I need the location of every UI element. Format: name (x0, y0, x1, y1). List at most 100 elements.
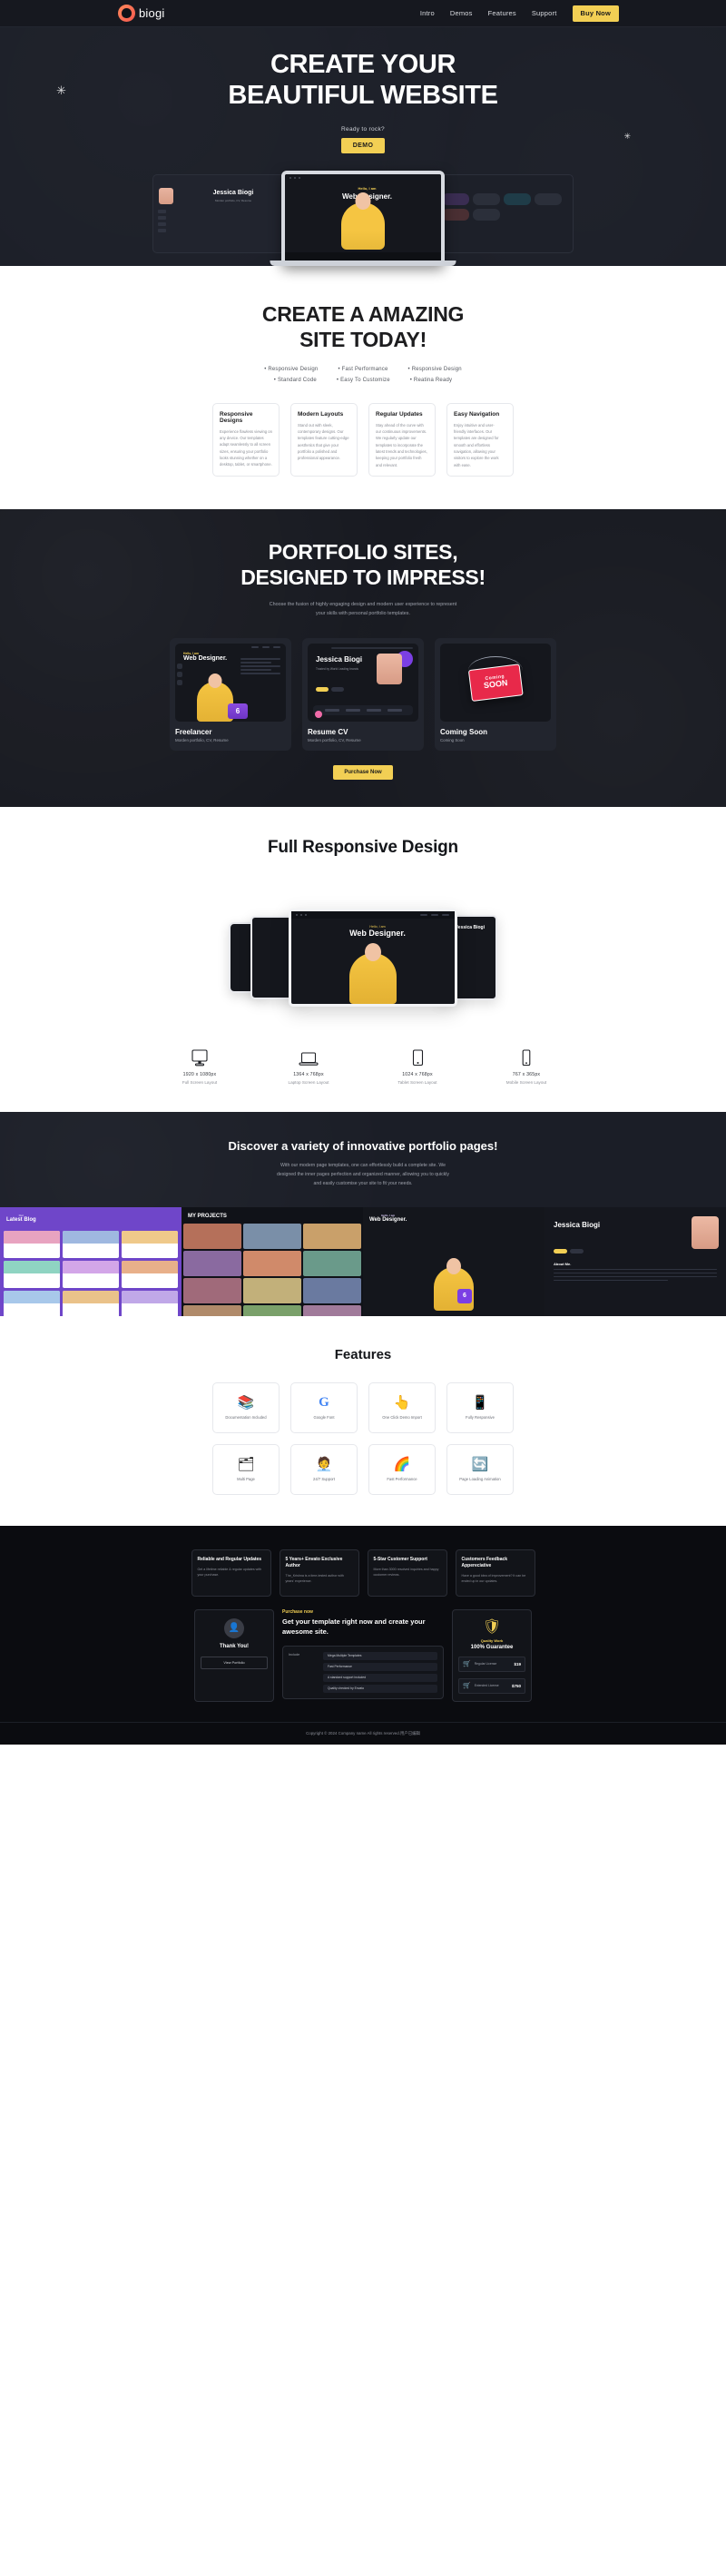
features-title: Features (334, 1346, 392, 1362)
feature-card-responsive-designs: Responsive Designs Experience flawless v… (212, 402, 280, 477)
mobile-icon (472, 1047, 581, 1067)
card-title: Regular Updates (376, 410, 423, 418)
footer-benefit-cards: Reliable and Regular Updates Get a lifet… (0, 1549, 726, 1597)
hero-right-tabs (437, 175, 573, 221)
logo-icon (118, 5, 135, 22)
pitch-kicker: Purchase now (282, 1608, 313, 1615)
discover-panel-profile[interactable]: Jessica Biogi About Me. (544, 1206, 726, 1316)
include-tag: Fast Performance (323, 1662, 437, 1671)
coming-soon-sign: Coming SOON (467, 664, 524, 702)
responsive-section: Full Responsive Design Hello, I am Web D… (0, 807, 726, 1113)
portfolio-card-subtitle: Morden portfolio, CV, Resume (308, 738, 361, 743)
buy-now-button[interactable]: Buy Now (572, 5, 619, 22)
thank-you-text: Thank You! (219, 1643, 250, 1649)
logo[interactable]: biogi (118, 5, 164, 22)
feature-card-regular-updates: Regular Updates Stay ahead of the curve … (368, 402, 436, 477)
discover-panels: Our Latest Blog MY PROJECTS Hello, I am … (0, 1206, 726, 1316)
feature-item-multi-page[interactable]: 🗂 Multi Page (212, 1443, 280, 1495)
license-row-extended[interactable]: 🛒 Extended License $750 (458, 1677, 525, 1694)
google-font-icon: G (319, 1394, 329, 1410)
hero-device-right[interactable] (436, 174, 574, 254)
laptop-base (270, 261, 456, 267)
feature-item-loading-animation[interactable]: 🔄 Page Loading Animation (446, 1443, 514, 1495)
card-body: Experience flawless viewing on any devic… (220, 428, 272, 467)
feature-item-support[interactable]: 🧑‍💼 24/7 Support (290, 1443, 358, 1495)
guarantee-card: 🛡 Quality Work 100% Guarantee 🛒 Regular … (452, 1608, 532, 1702)
main-nav: Intro Demos Features Support Buy Now (420, 5, 619, 22)
view-portfolio-button[interactable]: View Portfolio (201, 1656, 268, 1669)
portfolio-card-resume-cv[interactable]: Jessica Biogi Trusted by World Leading b… (302, 638, 424, 752)
feature-item-responsive[interactable]: 📱 Fully Responsive (446, 1381, 514, 1433)
hero-device-left[interactable]: Jessica Biogi Morden portfolio, CV, Resu… (152, 174, 290, 254)
page-root: biogi Intro Demos Features Support Buy N… (0, 0, 726, 1745)
sparkle-icon-right: ✳ (623, 132, 631, 141)
bullet-responsive-design-1: Responsive Design (264, 367, 318, 372)
discover-panel-blog[interactable]: Our Latest Blog (0, 1206, 182, 1316)
logo-text: biogi (139, 6, 165, 20)
discover-panel-designer[interactable]: Hello, I am Web Designer. 6 (363, 1206, 544, 1316)
feature-item-demo-import[interactable]: 👆 One Click Demo Import (368, 1381, 436, 1433)
device-spec-row: 1920 x 1080px Full Screen Layout 1364 x … (0, 1047, 726, 1085)
loading-animation-icon: 🔄 (471, 1456, 489, 1472)
license-row-regular[interactable]: 🛒 Regular License $19 (458, 1656, 525, 1672)
footer-pitch-row: 👤 Thank You! View Portfolio Purchase now… (0, 1608, 726, 1702)
nav-item-demos[interactable]: Demos (450, 9, 473, 17)
hero-device-center[interactable]: Hello, I am Web Designer. (281, 171, 445, 267)
panel-title: Our Latest Blog (6, 1213, 36, 1223)
quality-label: Quality Work (480, 1637, 504, 1643)
portfolio-thumb-coming-soon: Coming SOON (440, 644, 551, 723)
nav-item-intro[interactable]: Intro (420, 9, 435, 17)
feature-card-modern-layouts: Modern Layouts Stand out with sleek, con… (290, 402, 358, 477)
portfolio-card-subtitle: Coming Soon (440, 738, 465, 743)
pitch-include-box: Include Mega Multiple Templates Fast Per… (282, 1645, 444, 1699)
hero-center-kicker: Hello, I am (358, 186, 377, 192)
discover-panel-projects[interactable]: MY PROJECTS (182, 1206, 363, 1316)
portfolio-card-freelancer[interactable]: Hello, I am Web Designer. 6 Freelancer M… (170, 638, 291, 752)
portfolio-card-title: Resume CV (308, 728, 348, 737)
card-body: Stand out with sleek, contemporary desig… (298, 422, 349, 461)
portfolio-card-coming-soon[interactable]: Coming SOON Coming Soon Coming Soon (435, 638, 556, 752)
discover-subtitle: With our modern page templates, one can … (276, 1163, 450, 1186)
device-spec-laptop: 1364 x 768px Laptop Screen Layout (254, 1047, 363, 1085)
nav-item-features[interactable]: Features (488, 9, 516, 17)
bullet-easy-customize: Easy To Customize (337, 378, 390, 383)
browser-chrome (285, 174, 441, 182)
discover-title: Discover a variety of innovative portfol… (228, 1139, 498, 1154)
shield-icon: 🛡 (482, 1618, 502, 1635)
portfolio-section: PORTFOLIO SITES, DESIGNED TO IMPRESS! Ch… (0, 509, 726, 807)
hero-left-sidebar (158, 210, 166, 233)
include-tags: Mega Multiple Templates Fast Performance… (323, 1651, 437, 1693)
bullet-standard-code: Standard Code (274, 378, 317, 383)
include-tag: Quality checked by Envato (323, 1684, 437, 1693)
copyright-text: Copyright © 2024 Company name All rights… (0, 1721, 726, 1745)
cart-icon: 🛒 (463, 1661, 471, 1668)
portfolio-card-subtitle: Morden portfolio, CV, Resume (175, 738, 229, 743)
benefit-card-feedback: Customers Feedback Appereciative Have a … (455, 1549, 535, 1597)
bullet-row-2: Standard Code Easy To Customize Reatina … (274, 378, 452, 383)
portfolio-title: PORTFOLIO SITES, DESIGNED TO IMPRESS! (240, 540, 486, 589)
model-image (349, 943, 397, 1005)
amazing-bullets: Responsive Design Fast Performance Respo… (0, 367, 726, 383)
device-mockup-monitor: Hello, I am Web Designer. (289, 909, 457, 1008)
avatar (692, 1215, 719, 1249)
card-title: Modern Layouts (298, 410, 344, 418)
amazing-cards: Responsive Designs Experience flawless v… (0, 402, 726, 477)
feature-item-performance[interactable]: 🌈 Fast Performance (368, 1443, 436, 1495)
discover-section: Discover a variety of innovative portfol… (0, 1112, 726, 1316)
purchase-now-button[interactable]: Purchase Now (333, 765, 393, 781)
nav-item-support[interactable]: Support (532, 9, 557, 17)
bullet-row-1: Responsive Design Fast Performance Respo… (264, 367, 462, 372)
hero-model-image (341, 192, 385, 251)
hero-left-name: Jessica Biogi (212, 190, 254, 197)
panel-name: Jessica Biogi (554, 1220, 601, 1229)
support-icon: 🧑‍💼 (315, 1456, 333, 1472)
feature-item-google-font[interactable]: G Google Font (290, 1381, 358, 1433)
books-icon: 📚 (237, 1394, 255, 1411)
feature-item-documentation[interactable]: 📚 Documentation Included (212, 1381, 280, 1433)
features-grid: 📚 Documentation Included G Google Font 👆… (0, 1381, 726, 1495)
bullet-fast-performance: Fast Performance (338, 367, 388, 372)
pitch-headline: Get your template right now and create y… (282, 1617, 426, 1636)
panel-badge: 6 (457, 1288, 472, 1303)
amazing-section: CREATE A AMAZING SITE TODAY! Responsive … (0, 266, 726, 510)
demo-button[interactable]: DEMO (340, 138, 386, 154)
